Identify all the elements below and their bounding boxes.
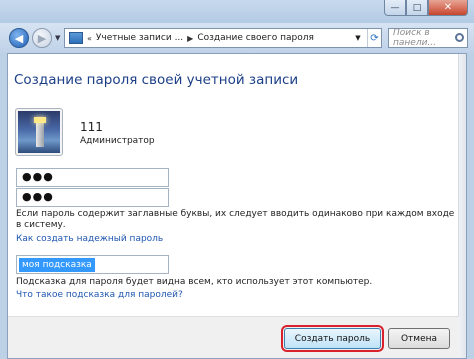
breadcrumb-item-accounts[interactable]: Учетные записи ... bbox=[96, 33, 183, 43]
lighthouse-tower bbox=[36, 121, 44, 147]
password-case-note: Если пароль содержит заглавные буквы, их… bbox=[16, 209, 455, 230]
search-input[interactable]: Поиск в панели... bbox=[388, 28, 468, 48]
lighthouse-picture-icon bbox=[18, 111, 60, 153]
close-button[interactable]: ✕ bbox=[428, 0, 468, 16]
maximize-button[interactable]: □ bbox=[406, 0, 428, 16]
page-title: Создание пароля своей учетной записи bbox=[14, 72, 299, 88]
forward-arrow-icon: ▶ bbox=[37, 31, 47, 45]
breadcrumb-separator-icon: « bbox=[87, 33, 92, 43]
lighthouse-light bbox=[34, 117, 46, 123]
control-panel-icon bbox=[69, 32, 83, 44]
address-dropdown-icon[interactable]: ▼ bbox=[351, 29, 365, 47]
create-password-button[interactable]: Создать пароль bbox=[281, 325, 384, 352]
button-bar: Создать пароль Отмена bbox=[8, 316, 459, 358]
hint-visibility-note: Подсказка для пароля будет видна всем, к… bbox=[16, 277, 373, 287]
breadcrumb-arrow-icon[interactable]: ▶ bbox=[187, 34, 193, 43]
confirm-password-field[interactable]: ●●● bbox=[16, 188, 169, 207]
minimize-button[interactable]: — bbox=[384, 0, 406, 16]
user-role: Администратор bbox=[80, 136, 155, 146]
user-avatar bbox=[15, 108, 63, 156]
back-arrow-icon: ◀ bbox=[14, 31, 24, 45]
vertical-scrollbar[interactable] bbox=[458, 54, 466, 358]
forward-button[interactable]: ▶ bbox=[32, 28, 52, 48]
password-hint-field[interactable]: моя подсказка bbox=[16, 255, 169, 274]
window-titlebar: — □ ✕ bbox=[0, 0, 474, 23]
password-hint-value: моя подсказка bbox=[19, 258, 95, 272]
history-dropdown-icon[interactable]: ▼ bbox=[55, 34, 60, 42]
navigation-bar: ◀ ▶ ▼ « Учетные записи ... ▶ Создание св… bbox=[0, 23, 474, 53]
cancel-button[interactable]: Отмена bbox=[388, 328, 450, 349]
address-bar[interactable]: « Учетные записи ... ▶ Создание своего п… bbox=[64, 28, 382, 48]
strong-password-link[interactable]: Как создать надежный пароль bbox=[16, 234, 163, 244]
hint-help-link[interactable]: Что такое подсказка для паролей? bbox=[16, 290, 183, 300]
new-password-field[interactable]: ●●● bbox=[16, 168, 169, 187]
refresh-icon[interactable]: ⟳ bbox=[367, 29, 381, 47]
back-button[interactable]: ◀ bbox=[9, 28, 29, 48]
search-icon[interactable] bbox=[455, 33, 464, 42]
user-name: 111 bbox=[80, 120, 103, 134]
content-panel: Создание пароля своей учетной записи 111… bbox=[7, 53, 467, 359]
breadcrumb-item-create-password[interactable]: Создание своего пароля bbox=[197, 33, 314, 43]
